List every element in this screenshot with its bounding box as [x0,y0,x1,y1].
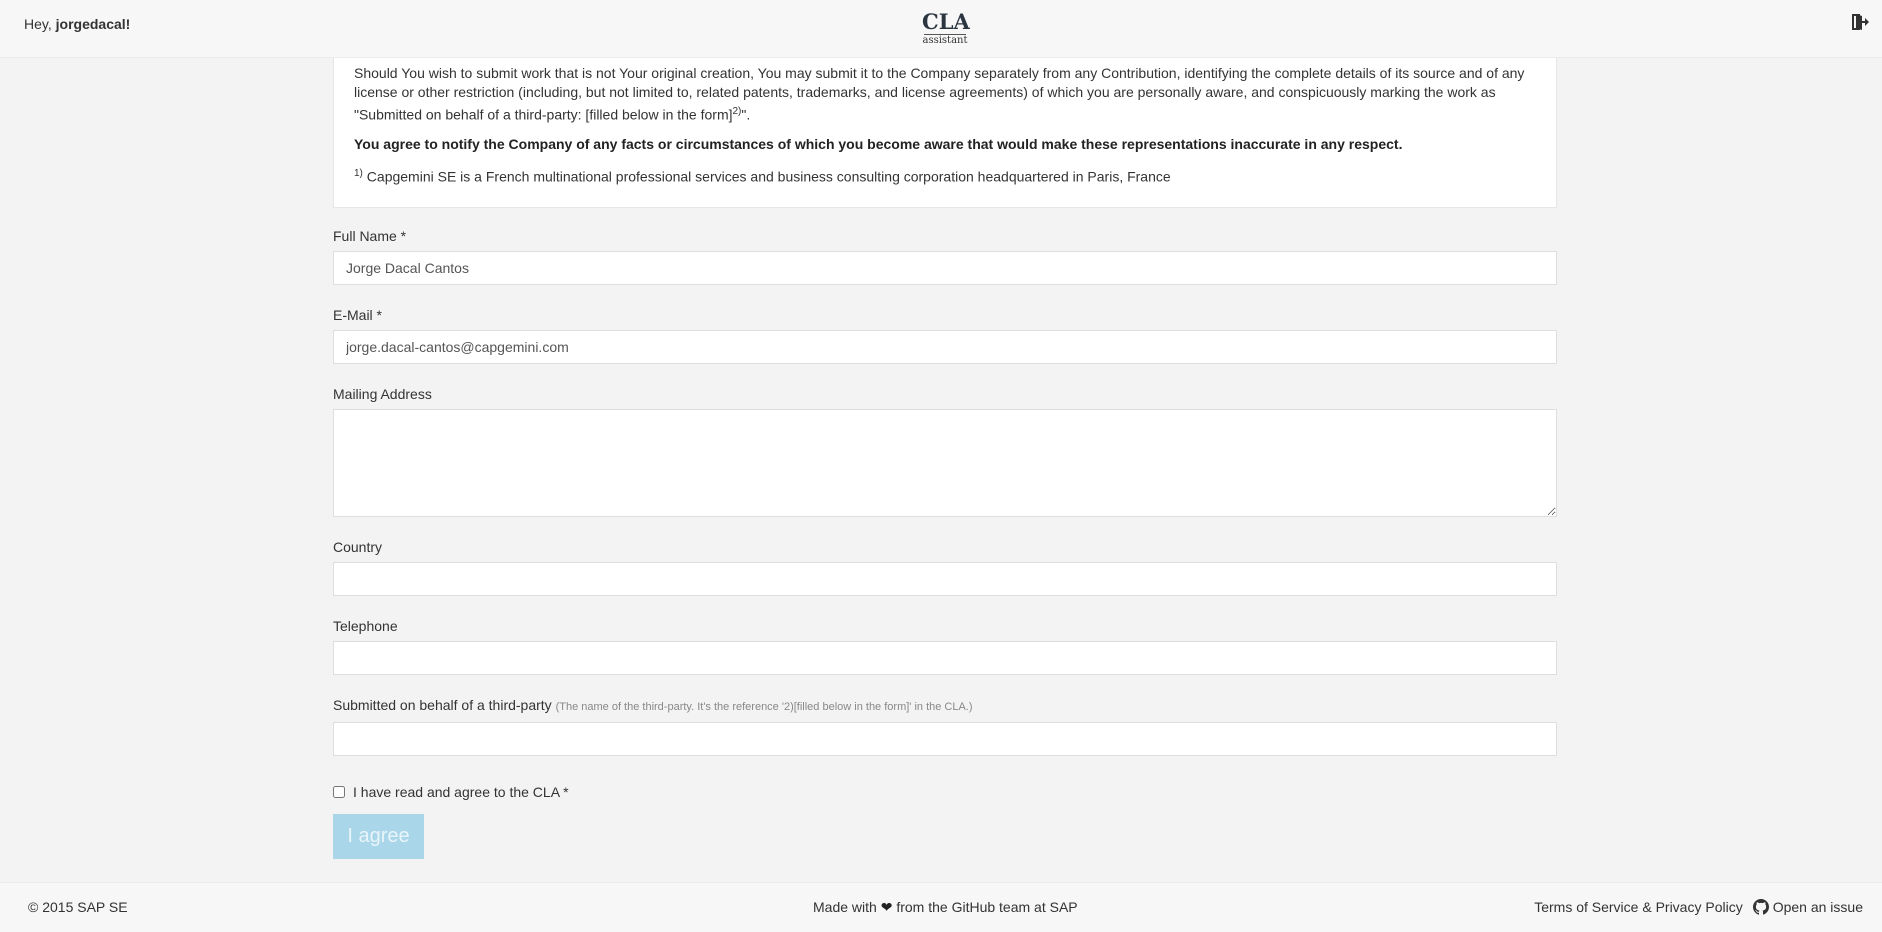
third-party-label-row: Submitted on behalf of a third-party (Th… [333,697,1557,715]
copyright-text: © 2015 SAP SE [28,899,128,915]
country-group: Country [333,539,1557,596]
terms-privacy-link[interactable]: Terms of Service & Privacy Policy [1534,899,1743,915]
footnote-ref-1: 1) [354,167,363,179]
page-footer: © 2015 SAP SE Made with ❤ from the GitHu… [0,882,1882,932]
heart-icon: ❤ [880,899,893,915]
country-label: Country [333,539,383,555]
telephone-group: Telephone [333,618,1557,675]
top-navbar: Hey, jorgedacal! CLA assistant [0,0,1882,58]
made-suffix: from the GitHub team at SAP [892,899,1078,915]
open-issue-link[interactable]: Open an issue [1773,899,1863,915]
telephone-input[interactable] [333,641,1557,675]
greeting-prefix: Hey, [24,16,56,32]
email-label: E-Mail * [333,307,383,323]
logo-text: CLA [922,9,970,34]
mailing-address-label: Mailing Address [333,386,432,402]
agree-checkbox-row[interactable]: I have read and agree to the CLA * [333,784,1557,800]
telephone-label: Telephone [333,618,398,634]
github-icon[interactable] [1752,899,1769,915]
full-name-group: Full Name * [333,228,1557,285]
agree-checkbox[interactable] [333,786,345,798]
mailing-address-textarea[interactable] [333,409,1557,517]
country-input[interactable] [333,562,1557,596]
third-party-group: Submitted on behalf of a third-party (Th… [333,697,1557,756]
cla-assistant-logo[interactable]: CLA assistant [922,9,970,46]
sign-out-icon[interactable] [1850,12,1870,32]
cla-footnote: 1) Capgemini SE is a French multinationa… [354,164,1536,187]
agree-checkbox-label[interactable]: I have read and agree to the CLA * [353,784,569,800]
made-with-text: Made with ❤ from the GitHub team at SAP [813,899,1078,916]
full-name-label: Full Name * [333,228,407,244]
cla-paragraph-submission-text: Should You wish to submit work that is n… [354,65,1525,123]
cla-paragraph-submission-end: ". [741,106,751,123]
email-group: E-Mail * [333,307,1557,364]
third-party-hint: (The name of the third-party. It's the r… [555,701,973,713]
logo-subtext: assistant [922,35,968,46]
made-prefix: Made with [813,899,881,915]
full-name-input[interactable] [333,251,1557,285]
cla-text-panel: Should You wish to submit work that is n… [333,58,1557,208]
username: jorgedacal [55,16,126,32]
third-party-input[interactable] [333,722,1557,756]
email-input[interactable] [333,330,1557,364]
greeting-suffix: ! [125,16,131,32]
cla-paragraph-submission: Should You wish to submit work that is n… [354,64,1536,125]
cla-paragraph-notify: You agree to notify the Company of any f… [354,135,1403,152]
mailing-address-group: Mailing Address [333,386,1557,517]
third-party-label: Submitted on behalf of a third-party [333,697,552,713]
main-content: Should You wish to submit work that is n… [333,58,1557,859]
user-greeting: Hey, jorgedacal! [24,16,130,32]
cla-signing-form: Full Name * E-Mail * Mailing Address Cou… [333,228,1557,859]
footer-links: Terms of Service & Privacy Policy Open a… [1534,899,1863,915]
i-agree-button[interactable]: I agree [333,814,424,859]
cla-footnote-text: Capgemini SE is a French multinational p… [362,168,1171,185]
